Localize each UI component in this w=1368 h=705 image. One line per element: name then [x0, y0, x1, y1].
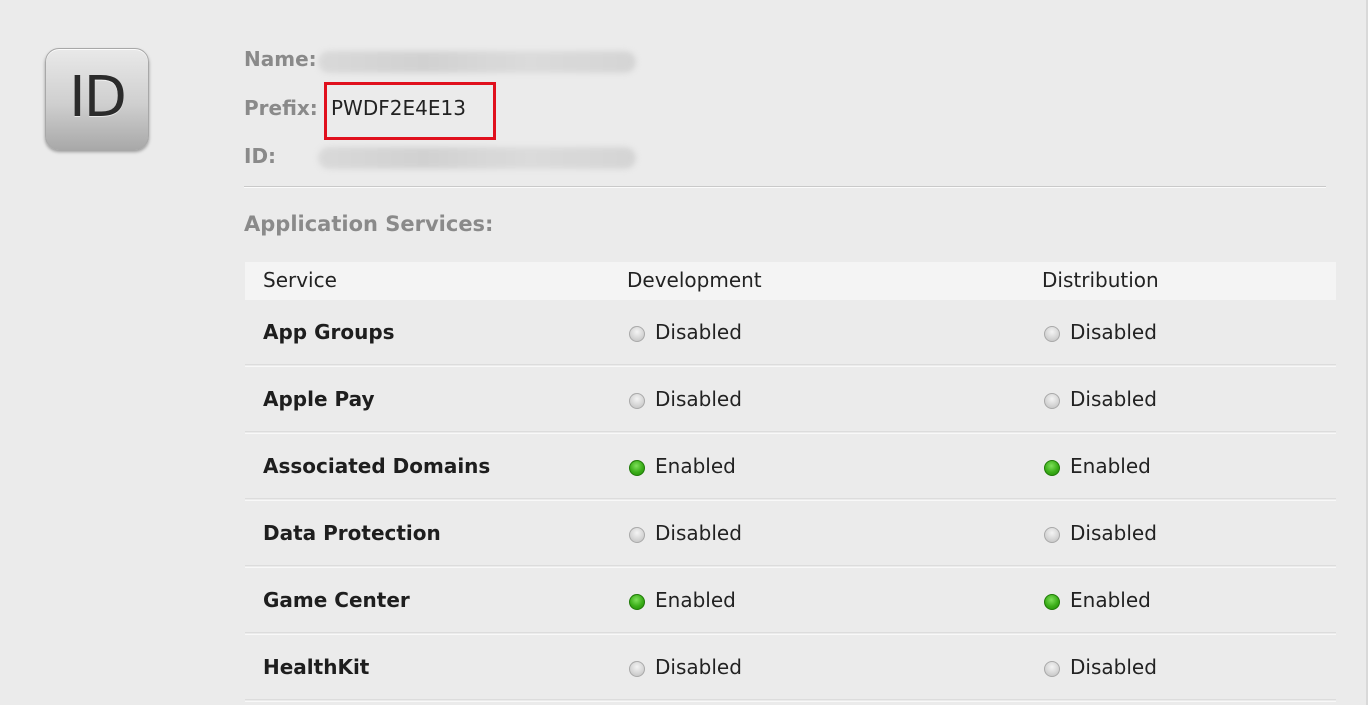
service-name: Data Protection — [263, 521, 441, 545]
status-text: Disabled — [1070, 655, 1157, 679]
status-text: Enabled — [655, 454, 736, 478]
distribution-status: Disabled — [1044, 387, 1157, 411]
app-id-icon-text: ID — [69, 64, 127, 130]
service-name: Game Center — [263, 588, 410, 612]
status-text: Disabled — [655, 387, 742, 411]
id-label: ID: — [244, 144, 277, 168]
status-dot-icon — [629, 326, 645, 342]
table-row: Data Protection Disabled Disabled — [245, 501, 1336, 568]
table-row: Associated Domains Enabled Enabled — [245, 434, 1336, 501]
name-label: Name: — [244, 47, 317, 71]
status-text: Enabled — [1070, 588, 1151, 612]
app-id-icon: ID — [45, 48, 149, 150]
table-row: HealthKit Disabled Disabled — [245, 635, 1336, 702]
row-divider — [245, 431, 1336, 432]
table-header: Service Development Distribution — [245, 262, 1336, 300]
row-divider — [245, 498, 1336, 499]
prefix-label: Prefix: — [244, 96, 318, 120]
distribution-status: Enabled — [1044, 588, 1151, 612]
development-status: Enabled — [629, 588, 736, 612]
status-dot-icon — [1044, 527, 1060, 543]
table-row: App Groups Disabled Disabled — [245, 300, 1336, 367]
status-text: Disabled — [1070, 387, 1157, 411]
status-text: Enabled — [1070, 454, 1151, 478]
service-name: Apple Pay — [263, 387, 375, 411]
status-text: Enabled — [655, 588, 736, 612]
name-value-redacted — [318, 51, 636, 73]
development-status: Enabled — [629, 454, 736, 478]
divider-highlight — [244, 187, 1326, 188]
development-status: Disabled — [629, 521, 742, 545]
status-dot-icon — [629, 393, 645, 409]
status-dot-icon — [1044, 393, 1060, 409]
status-dot-icon — [1044, 326, 1060, 342]
app-id-detail-panel: ID Name: Prefix: PWDF2E4E13 ID: Applicat… — [0, 0, 1368, 705]
row-divider — [245, 699, 1336, 700]
header-development: Development — [627, 268, 762, 292]
status-text: Disabled — [655, 521, 742, 545]
status-dot-icon — [1044, 460, 1060, 476]
status-text: Disabled — [1070, 521, 1157, 545]
services-table: Service Development Distribution App Gro… — [245, 262, 1336, 702]
status-dot-icon — [629, 661, 645, 677]
status-text: Disabled — [655, 320, 742, 344]
development-status: Disabled — [629, 320, 742, 344]
development-status: Disabled — [629, 655, 742, 679]
distribution-status: Disabled — [1044, 320, 1157, 344]
status-dot-icon — [629, 527, 645, 543]
table-row: Apple Pay Disabled Disabled — [245, 367, 1336, 434]
status-dot-icon — [629, 460, 645, 476]
row-divider — [245, 632, 1336, 633]
distribution-status: Enabled — [1044, 454, 1151, 478]
service-name: Associated Domains — [263, 454, 491, 478]
status-text: Disabled — [1070, 320, 1157, 344]
distribution-status: Disabled — [1044, 655, 1157, 679]
application-services-title: Application Services: — [244, 212, 494, 236]
id-value-redacted — [318, 147, 636, 169]
distribution-status: Disabled — [1044, 521, 1157, 545]
table-row: Game Center Enabled Enabled — [245, 568, 1336, 635]
row-divider — [245, 364, 1336, 365]
status-text: Disabled — [655, 655, 742, 679]
service-name: App Groups — [263, 320, 395, 344]
status-dot-icon — [1044, 661, 1060, 677]
service-name: HealthKit — [263, 655, 370, 679]
status-dot-icon — [1044, 594, 1060, 610]
status-dot-icon — [629, 594, 645, 610]
row-divider — [245, 565, 1336, 566]
header-service: Service — [263, 268, 337, 292]
header-distribution: Distribution — [1042, 268, 1159, 292]
development-status: Disabled — [629, 387, 742, 411]
prefix-highlight-box — [324, 82, 496, 140]
